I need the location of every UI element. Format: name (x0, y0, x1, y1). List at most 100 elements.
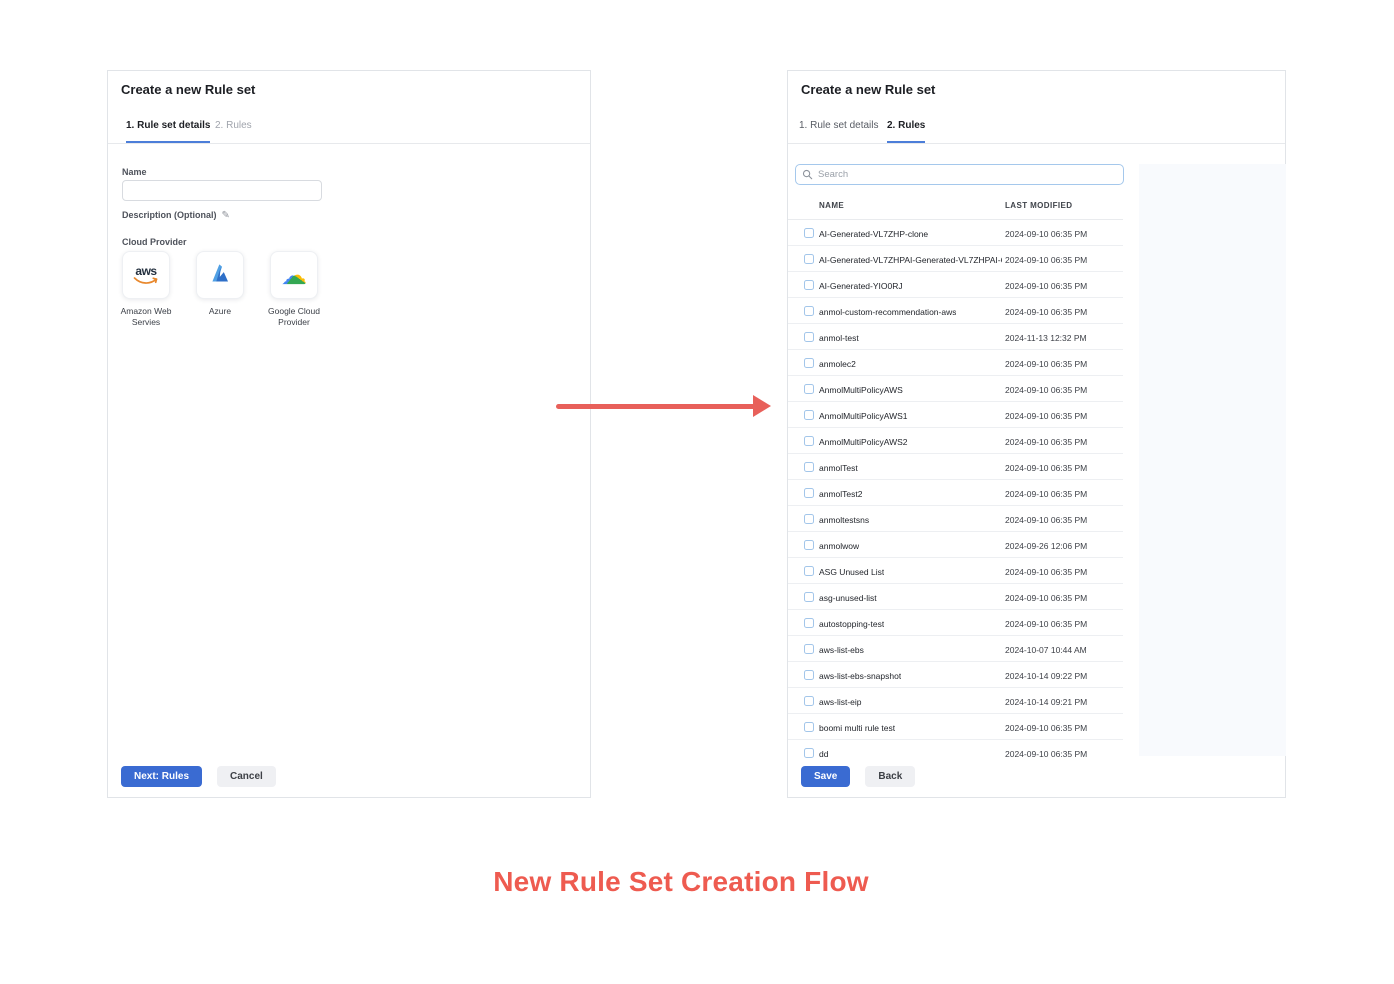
row-checkbox[interactable] (804, 254, 814, 264)
row-checkbox[interactable] (804, 514, 814, 524)
table-row[interactable]: dd 2024-09-10 06:35 PM (788, 740, 1123, 759)
table-row[interactable]: aws-list-ebs-snapshot 2024-10-14 09:22 P… (788, 662, 1123, 688)
row-checkbox[interactable] (804, 228, 814, 238)
table-row[interactable]: AI-Generated-VL7ZHPAI-Generated-VL7ZHPAI… (788, 246, 1123, 272)
next-rules-button[interactable]: Next: Rules (121, 766, 202, 787)
row-checkbox[interactable] (804, 748, 814, 758)
table-row[interactable]: aws-list-eip 2024-10-14 09:21 PM (788, 688, 1123, 714)
row-checkbox[interactable] (804, 696, 814, 706)
last-modified: 2024-09-10 06:35 PM (1005, 307, 1087, 317)
table-row[interactable]: ASG Unused List 2024-09-10 06:35 PM (788, 558, 1123, 584)
rule-name: aws-list-eip (819, 697, 862, 707)
tab-label: 1. Rule set details (799, 115, 879, 137)
row-checkbox[interactable] (804, 462, 814, 472)
azure-icon (207, 260, 233, 291)
last-modified: 2024-09-10 06:35 PM (1005, 411, 1087, 421)
table-row[interactable]: AI-Generated-VL7ZHP-clone 2024-09-10 06:… (788, 220, 1123, 246)
row-checkbox[interactable] (804, 280, 814, 290)
rule-name: anmoltestsns (819, 515, 869, 525)
cloud-provider-label: Cloud Provider (122, 237, 187, 247)
row-checkbox[interactable] (804, 592, 814, 602)
row-checkbox[interactable] (804, 306, 814, 316)
name-input[interactable] (122, 180, 322, 201)
description-label: Description (Optional) (122, 210, 217, 220)
back-button[interactable]: Back (865, 766, 915, 787)
tab-label: 1. Rule set details (126, 115, 210, 137)
table-row[interactable]: AnmolMultiPolicyAWS 2024-09-10 06:35 PM (788, 376, 1123, 402)
detail-side-panel (1139, 164, 1286, 756)
rule-name: anmolTest (819, 463, 858, 473)
row-checkbox[interactable] (804, 566, 814, 576)
description-label-row: Description (Optional) ✎ (122, 210, 230, 221)
row-checkbox[interactable] (804, 488, 814, 498)
row-checkbox[interactable] (804, 670, 814, 680)
rule-name: dd (819, 749, 828, 759)
cloud-provider-options: aws Amazon Web Servies Azure ☁ Goo (122, 251, 318, 328)
last-modified: 2024-09-10 06:35 PM (1005, 281, 1087, 291)
table-row[interactable]: autostopping-test 2024-09-10 06:35 PM (788, 610, 1123, 636)
rule-name: aws-list-ebs (819, 645, 864, 655)
rule-name: AnmolMultiPolicyAWS2 (819, 437, 908, 447)
last-modified: 2024-09-10 06:35 PM (1005, 229, 1087, 239)
page: Create a new Rule set 1. Rule set detail… (0, 0, 1394, 984)
dialog-tabs: 1. Rule set details 2. Rules (788, 116, 1285, 144)
table-row[interactable]: anmolTest 2024-09-10 06:35 PM (788, 454, 1123, 480)
table-row[interactable]: anmolec2 2024-09-10 06:35 PM (788, 350, 1123, 376)
gcp-card[interactable]: ☁ (270, 251, 318, 299)
provider-option-azure: Azure (196, 251, 244, 328)
row-checkbox[interactable] (804, 436, 814, 446)
table-row[interactable]: AnmolMultiPolicyAWS2 2024-09-10 06:35 PM (788, 428, 1123, 454)
table-row[interactable]: anmoltestsns 2024-09-10 06:35 PM (788, 506, 1123, 532)
last-modified: 2024-09-10 06:35 PM (1005, 489, 1087, 499)
caption-text: New Rule Set Creation Flow (0, 866, 1362, 898)
rule-name: aws-list-ebs-snapshot (819, 671, 901, 681)
row-checkbox[interactable] (804, 410, 814, 420)
table-row[interactable]: AnmolMultiPolicyAWS1 2024-09-10 06:35 PM (788, 402, 1123, 428)
search-input[interactable] (818, 169, 1117, 180)
edit-pencil-icon[interactable]: ✎ (222, 210, 230, 221)
flow-arrow-head-icon (753, 395, 771, 417)
search-box (795, 164, 1124, 185)
last-modified: 2024-09-10 06:35 PM (1005, 359, 1087, 369)
last-modified: 2024-10-14 09:21 PM (1005, 697, 1087, 707)
row-checkbox[interactable] (804, 644, 814, 654)
tab-rule-set-details[interactable]: 1. Rule set details (126, 115, 210, 143)
rule-name: AI-Generated-YIO0RJ (819, 281, 903, 291)
dialog-footer: Next: Rules Cancel (121, 766, 276, 787)
row-checkbox[interactable] (804, 540, 814, 550)
google-cloud-icon: ☁ (281, 262, 307, 288)
table-row[interactable]: boomi multi rule test 2024-09-10 06:35 P… (788, 714, 1123, 740)
tab-rule-set-details[interactable]: 1. Rule set details (799, 115, 879, 143)
row-checkbox[interactable] (804, 332, 814, 342)
rule-name: asg-unused-list (819, 593, 877, 603)
column-header-name: NAME (819, 201, 844, 210)
last-modified: 2024-09-10 06:35 PM (1005, 515, 1087, 525)
rule-name: AnmolMultiPolicyAWS1 (819, 411, 908, 421)
azure-card[interactable] (196, 251, 244, 299)
last-modified: 2024-09-10 06:35 PM (1005, 255, 1087, 265)
table-row[interactable]: AI-Generated-YIO0RJ 2024-09-10 06:35 PM (788, 272, 1123, 298)
table-row[interactable]: anmol-test 2024-11-13 12:32 PM (788, 324, 1123, 350)
rule-name: anmolec2 (819, 359, 856, 369)
last-modified: 2024-09-26 12:06 PM (1005, 541, 1087, 551)
table-row[interactable]: aws-list-ebs 2024-10-07 10:44 AM (788, 636, 1123, 662)
table-row[interactable]: anmolwow 2024-09-26 12:06 PM (788, 532, 1123, 558)
last-modified: 2024-09-10 06:35 PM (1005, 567, 1087, 577)
table-row[interactable]: anmol-custom-recommendation-aws 2024-09-… (788, 298, 1123, 324)
rule-name: AI-Generated-VL7ZHP-clone (819, 229, 928, 239)
table-row[interactable]: asg-unused-list 2024-09-10 06:35 PM (788, 584, 1123, 610)
cancel-button[interactable]: Cancel (217, 766, 276, 787)
rule-name: ASG Unused List (819, 567, 884, 577)
table-row[interactable]: anmolTest2 2024-09-10 06:35 PM (788, 480, 1123, 506)
tab-rules[interactable]: 2. Rules (215, 115, 252, 143)
rule-name: anmol-custom-recommendation-aws (819, 307, 956, 317)
row-checkbox[interactable] (804, 358, 814, 368)
save-button[interactable]: Save (801, 766, 850, 787)
tab-rules[interactable]: 2. Rules (887, 115, 925, 143)
row-checkbox[interactable] (804, 384, 814, 394)
tab-label: 2. Rules (887, 115, 925, 137)
aws-card[interactable]: aws (122, 251, 170, 299)
row-checkbox[interactable] (804, 722, 814, 732)
last-modified: 2024-11-13 12:32 PM (1005, 333, 1087, 343)
row-checkbox[interactable] (804, 618, 814, 628)
